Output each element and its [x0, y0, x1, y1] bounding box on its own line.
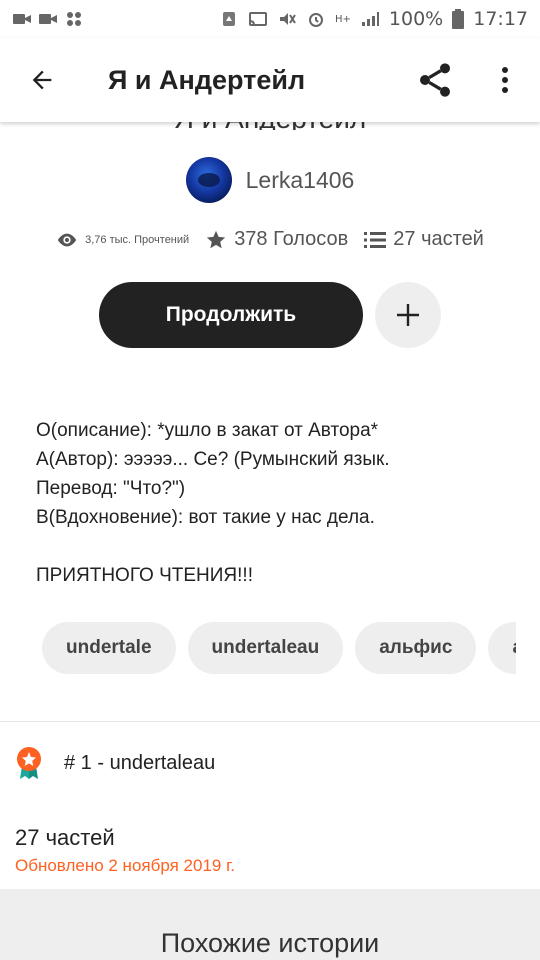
reads-count: 3,76 тыс. Прочтений: [85, 233, 190, 246]
votes-count: 378 Голосов: [234, 228, 349, 250]
back-button[interactable]: [0, 38, 84, 122]
tag-chip[interactable]: undertaleau: [187, 622, 344, 674]
last-updated: Обновлено 2 ноября 2019 г.: [15, 856, 235, 875]
votes-stat: 378 Голосов: [205, 228, 348, 251]
share-button[interactable]: [400, 38, 470, 122]
table-of-contents-title[interactable]: 27 частей: [15, 825, 115, 851]
section-divider: [0, 721, 540, 722]
similar-stories-section: Похожие истории: [0, 889, 540, 960]
app-bar: Я и Андертейл: [0, 38, 540, 122]
description-line: [36, 532, 506, 561]
description-line: Перевод: "Что?"): [36, 478, 186, 499]
signal-icon: [361, 12, 379, 26]
continue-reading-button[interactable]: Продолжить: [99, 282, 363, 348]
battery-percent: 100%: [388, 8, 444, 30]
tag-chip[interactable]: a: [488, 622, 516, 674]
parts-count: 27 частей: [393, 228, 484, 250]
add-to-library-button[interactable]: [375, 282, 441, 348]
cast-icon: [249, 12, 267, 26]
alarm-icon: [309, 13, 323, 27]
plus-icon: [397, 304, 419, 326]
arrow-back-icon: [32, 70, 52, 90]
story-description: О(описание): *ушло в закат от Автора* А(…: [36, 416, 506, 590]
video-camera-icon: [13, 14, 31, 24]
reads-stat: 3,76 тыс. Прочтений: [56, 232, 189, 248]
description-line: В(Вдохновение): вот такие у нас дела.: [36, 507, 375, 528]
tag-chip[interactable]: undertale: [42, 622, 176, 674]
video-camera-icon: [39, 14, 57, 24]
list-icon: [364, 231, 387, 248]
ranking-text[interactable]: # 1 - undertaleau: [64, 752, 215, 775]
status-bar: H+ 100% 17:17: [0, 0, 540, 38]
parts-stat: 27 частей: [364, 228, 484, 251]
story-stats: 3,76 тыс. Прочтений 378 Голосов 27 часте…: [0, 228, 540, 251]
recycle-icon: [223, 12, 235, 26]
description-line: О(описание): *ушло в закат от Автора*: [36, 420, 379, 441]
mute-icon: [280, 13, 296, 25]
similar-stories-heading: Похожие истории: [160, 928, 380, 958]
author-avatar[interactable]: [185, 157, 232, 203]
ranking-row[interactable]: # 1 - undertaleau: [14, 746, 215, 780]
eye-icon: [57, 233, 77, 246]
app-bar-title: Я и Андертейл: [108, 64, 306, 95]
notification-icons: [12, 11, 84, 27]
star-icon: [207, 230, 226, 248]
more-vert-icon: [502, 67, 508, 93]
network-type-label: H+: [335, 13, 351, 25]
tag-chip[interactable]: альфис: [355, 622, 477, 674]
clock: 17:17: [473, 8, 528, 30]
tag-list[interactable]: undertale undertaleau альфис a: [42, 622, 516, 674]
share-icon: [420, 63, 450, 97]
description-line: ПРИЯТНОГО ЧТЕНИЯ!!!: [36, 565, 253, 586]
battery-icon: [452, 9, 465, 29]
more-options-button[interactable]: [470, 38, 540, 122]
description-line: А(Автор): эээээ... Се? (Румынский язык.: [36, 449, 390, 470]
author-name[interactable]: Lerka1406: [246, 167, 355, 194]
ranking-badge-icon: [17, 747, 41, 779]
author-row[interactable]: Lerka1406: [0, 157, 540, 203]
system-status: H+ 100% 17:17: [219, 8, 528, 30]
apps-grid-icon: [67, 12, 81, 26]
